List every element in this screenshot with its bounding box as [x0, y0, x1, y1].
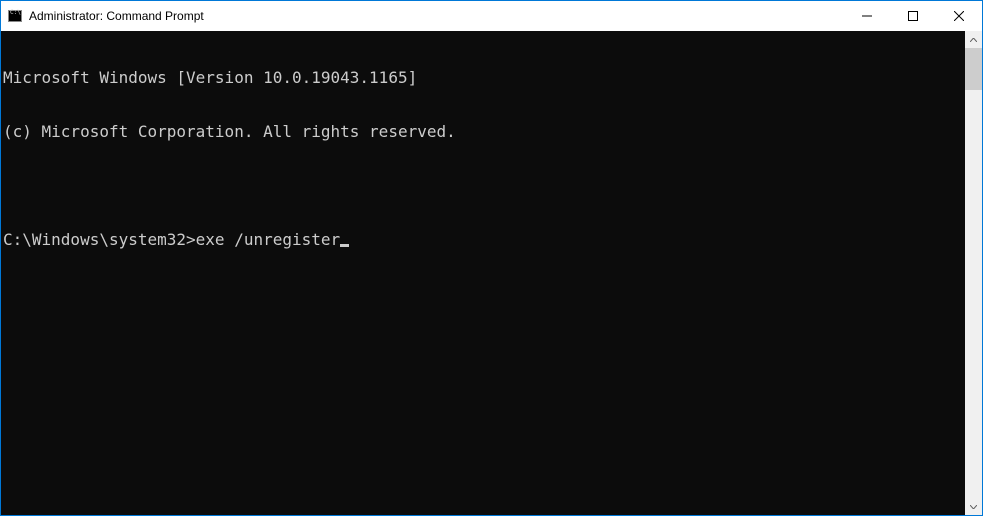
blank-line	[3, 177, 965, 195]
scroll-down-button[interactable]	[965, 498, 982, 515]
prompt-line: C:\Windows\system32>exe /unregister	[3, 231, 965, 249]
scroll-thumb[interactable]	[965, 48, 982, 90]
scroll-track[interactable]	[965, 48, 982, 498]
chevron-up-icon	[970, 38, 977, 42]
scroll-up-button[interactable]	[965, 31, 982, 48]
text-cursor	[340, 244, 349, 247]
cmd-icon	[7, 8, 23, 24]
prompt-path: C:\Windows\system32>	[3, 231, 196, 249]
command-prompt-window: Administrator: Command Prompt Microsoft …	[0, 0, 983, 516]
maximize-button[interactable]	[890, 1, 936, 31]
titlebar[interactable]: Administrator: Command Prompt	[1, 1, 982, 31]
minimize-icon	[862, 11, 872, 21]
window-title: Administrator: Command Prompt	[29, 9, 204, 23]
close-icon	[954, 11, 964, 21]
command-input[interactable]: exe /unregister	[196, 231, 341, 249]
console-area: Microsoft Windows [Version 10.0.19043.11…	[1, 31, 982, 515]
vertical-scrollbar[interactable]	[965, 31, 982, 515]
console-output[interactable]: Microsoft Windows [Version 10.0.19043.11…	[1, 31, 965, 515]
window-controls	[844, 1, 982, 31]
copyright-line: (c) Microsoft Corporation. All rights re…	[3, 123, 965, 141]
version-line: Microsoft Windows [Version 10.0.19043.11…	[3, 69, 965, 87]
maximize-icon	[908, 11, 918, 21]
minimize-button[interactable]	[844, 1, 890, 31]
chevron-down-icon	[970, 505, 977, 509]
close-button[interactable]	[936, 1, 982, 31]
